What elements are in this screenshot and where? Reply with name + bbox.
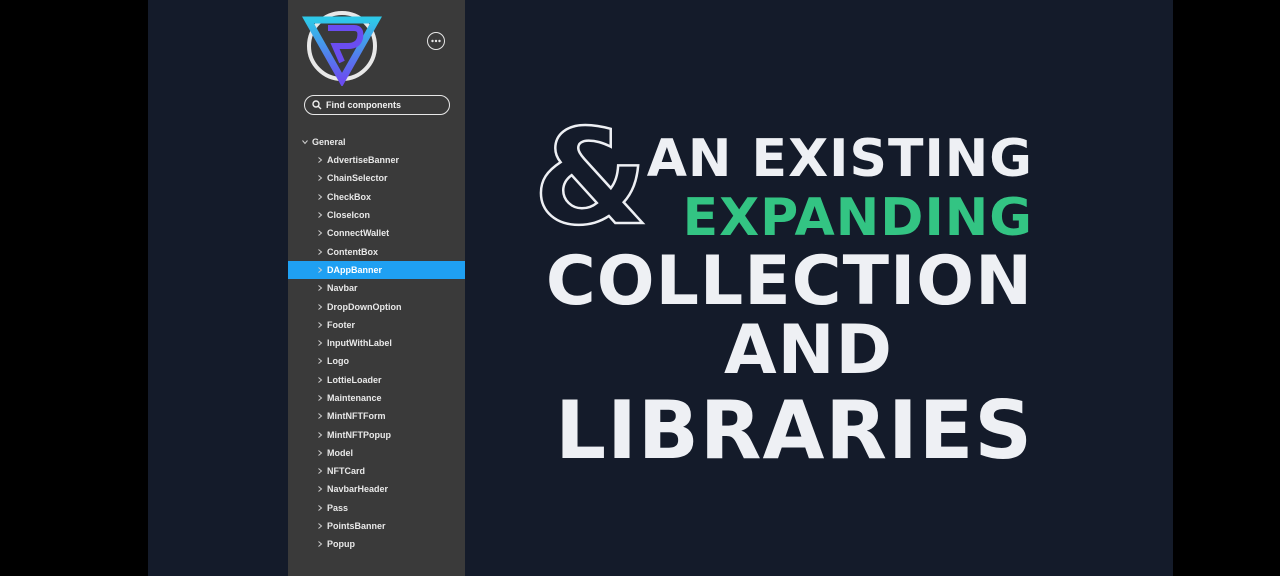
- sidebar-item-label: PointsBanner: [327, 521, 386, 532]
- sidebar-item-label: Maintenance: [327, 393, 382, 403]
- chevron-right-icon: [317, 504, 327, 511]
- sidebar-item[interactable]: Maintenance: [288, 389, 465, 407]
- headline-line-3: COLLECTION: [545, 242, 1033, 321]
- sidebar-item[interactable]: AdvertiseBanner: [288, 151, 465, 169]
- headline-line-1: AN EXISTING: [646, 129, 1033, 189]
- search-input[interactable]: [322, 100, 446, 110]
- sidebar-item-label: DropDownOption: [327, 301, 402, 312]
- sidebar-item[interactable]: ContentBox: [288, 242, 465, 260]
- sidebar-item[interactable]: PointsBanner: [288, 517, 465, 535]
- sidebar-item-label: DAppBanner: [327, 264, 383, 275]
- sidebar-item-label: LottieLoader: [327, 374, 382, 385]
- sidebar-item-label: Model: [327, 447, 353, 458]
- chevron-right-icon: [317, 193, 327, 200]
- sidebar-item[interactable]: Footer: [288, 316, 465, 334]
- chevron-right-icon: [317, 157, 327, 164]
- sidebar-item-label: AdvertiseBanner: [327, 155, 400, 166]
- sidebar-item[interactable]: Popup: [288, 535, 465, 553]
- sidebar-item[interactable]: MintNFTForm: [288, 407, 465, 425]
- chevron-right-icon: [317, 248, 327, 255]
- sidebar-item-label: ConnectWallet: [327, 228, 390, 239]
- sidebar-item[interactable]: InputWithLabel: [288, 334, 465, 352]
- chevron-right-icon: [317, 486, 327, 493]
- sidebar-item[interactable]: NFTCard: [288, 462, 465, 480]
- sidebar-item-label: CloseIcon: [327, 210, 371, 221]
- brand-logo-icon: [302, 11, 382, 86]
- headline-line-5: LIBRARIES: [555, 384, 1033, 477]
- sidebar-item[interactable]: DropDownOption: [288, 297, 465, 315]
- sidebar-item-label: ChainSelector: [327, 173, 388, 184]
- sidebar-item-label: InputWithLabel: [327, 338, 392, 349]
- sidebar-item-label: NavbarHeader: [327, 484, 389, 495]
- sidebar-item[interactable]: MintNFTPopup: [288, 425, 465, 443]
- sidebar-item[interactable]: ConnectWallet: [288, 224, 465, 242]
- headline-line-2: EXPANDING: [682, 188, 1033, 248]
- search-box[interactable]: [304, 95, 450, 115]
- sidebar-item[interactable]: Pass: [288, 499, 465, 517]
- chevron-right-icon: [317, 376, 327, 383]
- sidebar-item[interactable]: CheckBox: [288, 188, 465, 206]
- sidebar-item-label: Footer: [327, 319, 355, 330]
- sidebar-item-label: ContentBox: [327, 246, 378, 257]
- sidebar-item-label: MintNFTForm: [327, 411, 386, 422]
- video-frame: General AdvertiseBanner ChainSelector Chec…: [148, 0, 1173, 576]
- headline-line-4: AND: [724, 311, 893, 390]
- sidebar-item-label: Navbar: [327, 283, 358, 294]
- chevron-right-icon: [317, 358, 327, 365]
- chevron-right-icon: [317, 450, 327, 456]
- tree-group-label: General: [312, 137, 346, 147]
- chevron-right-icon: [317, 468, 327, 475]
- sidebar-item[interactable]: Model: [288, 444, 465, 462]
- chevron-right-icon: [317, 175, 327, 182]
- chevron-right-icon: [317, 541, 327, 548]
- ampersand-glyph: &: [532, 101, 650, 255]
- sidebar-item[interactable]: Navbar: [288, 279, 465, 297]
- sidebar-item[interactable]: NavbarHeader: [288, 480, 465, 498]
- chevron-right-icon: [317, 267, 327, 273]
- sidebar-item-label: MintNFTPopup: [327, 429, 391, 440]
- chevron-right-icon: [317, 431, 327, 438]
- sidebar-item-label: NFTCard: [327, 466, 365, 477]
- component-sidebar: General AdvertiseBanner ChainSelector Chec…: [288, 0, 465, 576]
- chevron-right-icon: [317, 285, 327, 292]
- chevron-right-icon: [317, 212, 327, 218]
- chevron-down-icon: [302, 139, 312, 145]
- ellipsis-icon: [431, 39, 441, 43]
- sidebar-item[interactable]: DAppBanner: [288, 260, 465, 280]
- more-options-button[interactable]: [427, 32, 445, 50]
- component-list: AdvertiseBanner ChainSelector CheckBox Clos…: [288, 151, 465, 554]
- chevron-right-icon: [317, 230, 327, 237]
- chevron-right-icon: [317, 303, 327, 310]
- sidebar-item[interactable]: ChainSelector: [288, 169, 465, 187]
- headline: & AN EXISTING EXPANDING COLLECTION AND L…: [532, 111, 1053, 480]
- chevron-right-icon: [317, 413, 327, 420]
- sidebar-item[interactable]: LottieLoader: [288, 371, 465, 389]
- sidebar-item-label: Logo: [327, 356, 349, 367]
- sidebar-item-label: CheckBox: [327, 191, 372, 202]
- chevron-right-icon: [317, 340, 327, 346]
- sidebar-item[interactable]: Logo: [288, 352, 465, 370]
- sidebar-item[interactable]: CloseIcon: [288, 206, 465, 224]
- sidebar-item-label: Pass: [327, 502, 349, 513]
- chevron-right-icon: [317, 321, 327, 328]
- chevron-right-icon: [317, 395, 327, 401]
- tree-group-general[interactable]: General: [288, 133, 465, 151]
- search-icon: [312, 100, 322, 110]
- sidebar-item-label: Popup: [327, 539, 355, 550]
- chevron-right-icon: [317, 523, 327, 529]
